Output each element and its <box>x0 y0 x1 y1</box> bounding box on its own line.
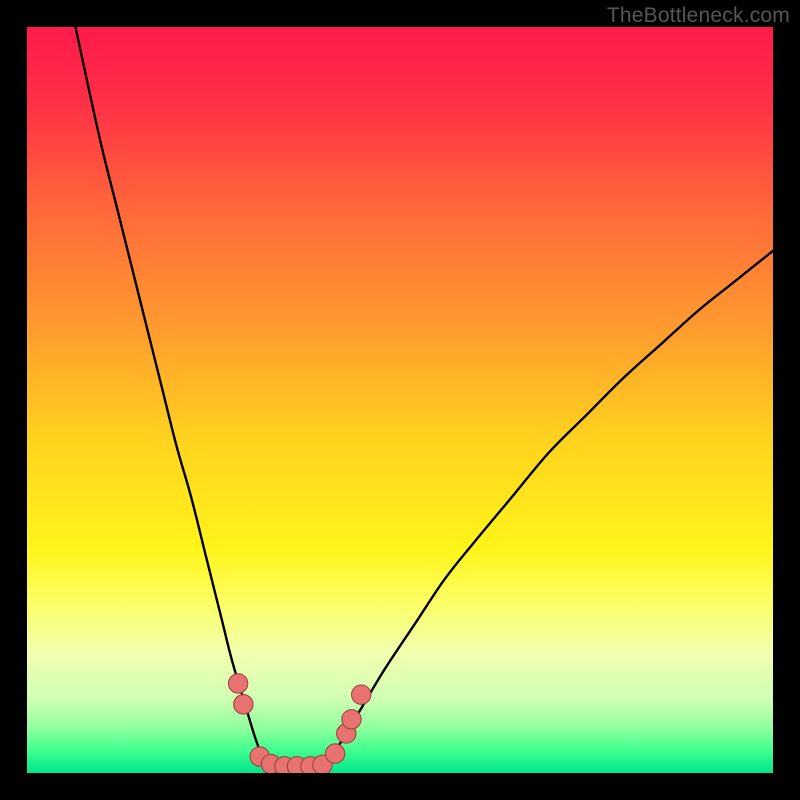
curve-marker <box>234 695 253 714</box>
bottleneck-curve-layer <box>27 27 773 773</box>
curve-marker <box>352 685 371 704</box>
plot-area <box>27 27 773 773</box>
watermark-text: TheBottleneck.com <box>607 4 790 28</box>
chart-frame: TheBottleneck.com <box>0 0 800 800</box>
curve-marker <box>342 710 361 729</box>
curve-marker <box>325 744 344 763</box>
curve-marker <box>228 674 247 693</box>
curve-left-branch <box>75 27 265 767</box>
curve-right-branch <box>325 251 773 767</box>
